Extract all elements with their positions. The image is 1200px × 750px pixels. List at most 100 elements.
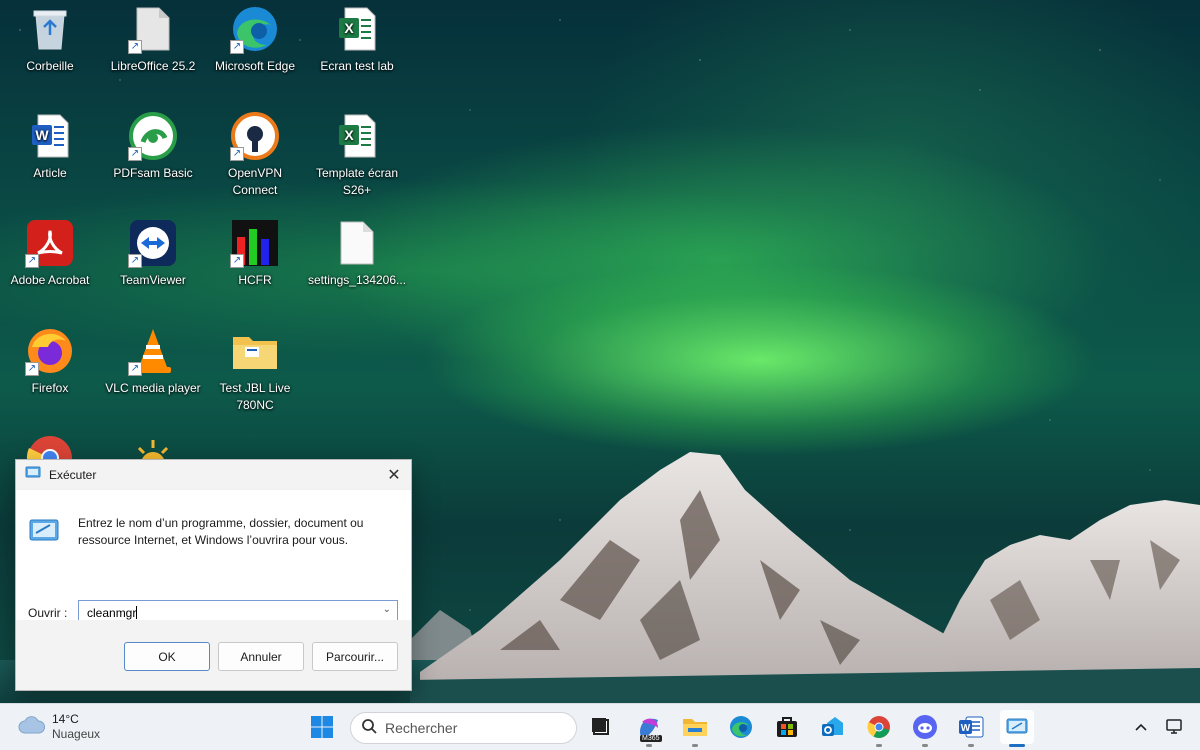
weather-condition: Nuageux [52, 727, 101, 741]
desktop-icon-hcfr[interactable]: ↗ HCFR [205, 218, 305, 318]
desktop-icon-label: Ecran test lab [320, 59, 394, 73]
recycle-bin-icon [25, 4, 75, 54]
desktop-icon-label: TeamViewer [120, 273, 186, 287]
taskbar-m365[interactable]: M365 [632, 710, 666, 747]
start-button[interactable] [305, 710, 339, 744]
word-file-icon: W [25, 111, 75, 161]
openvpn-icon: ↗ [230, 111, 280, 161]
weather-widget[interactable]: 14°C Nuageux [18, 712, 100, 742]
desktop-icon-teamviewer[interactable]: ↗ TeamViewer [103, 218, 203, 318]
folder-icon [230, 326, 280, 376]
hcfr-icon: ↗ [230, 218, 280, 268]
desktop-icon-template-ecran[interactable]: X Template écran S26+ [307, 111, 407, 211]
desktop-icon-ecran-test-lab[interactable]: X Ecran test lab [307, 4, 407, 104]
acrobat-icon: ↗ [25, 218, 75, 268]
ok-button[interactable]: OK [124, 642, 210, 671]
desktop-icon-label: Test JBL Live 780NC [219, 381, 291, 412]
desktop-icon-label: Corbeille [26, 59, 74, 73]
desktop-icon-test-jbl[interactable]: Test JBL Live 780NC [205, 326, 305, 426]
shortcut-arrow-icon: ↗ [128, 254, 142, 268]
taskbar: 14°C Nuageux Rechercher M365 W [0, 703, 1200, 750]
desktop-icon-label: Microsoft Edge [214, 59, 296, 73]
run-app-icon [25, 465, 41, 484]
run-description: Entrez le nom d’un programme, dossier, d… [78, 516, 364, 547]
desktop-icon-label: VLC media player [105, 381, 201, 395]
desktop-icon-label: PDFsam Basic [113, 166, 193, 180]
chevron-down-icon[interactable]: ⌄ [383, 604, 391, 615]
cloud-icon [18, 715, 46, 740]
desktop-icon-label: OpenVPN Connect [227, 166, 283, 197]
microsoft-store-icon [777, 717, 797, 737]
desktop-icon-vlc[interactable]: ↗ VLC media player [103, 326, 203, 426]
task-view-icon [592, 718, 609, 735]
shortcut-arrow-icon: ↗ [128, 40, 142, 54]
search-placeholder: Rechercher [385, 720, 458, 736]
svg-text:W: W [35, 127, 49, 143]
desktop-icon-libreoffice[interactable]: ↗ LibreOffice 25.2 [103, 4, 203, 104]
shortcut-arrow-icon: ↗ [230, 40, 244, 54]
close-button[interactable]: ✕ [377, 460, 411, 489]
desktop-icon-label: Firefox [31, 381, 69, 395]
desktop-icon-recycle-bin[interactable]: Corbeille [0, 4, 100, 104]
taskbar-outlook[interactable] [816, 710, 850, 744]
text-caret [136, 606, 138, 619]
desktop-icon-firefox[interactable]: ↗ Firefox [0, 326, 100, 426]
cancel-button[interactable]: Annuler [218, 642, 304, 671]
task-view-button[interactable] [584, 710, 618, 744]
running-indicator [922, 744, 928, 747]
run-dialog-body: Entrez le nom d’un programme, dossier, d… [16, 489, 411, 625]
svg-text:W: W [961, 723, 971, 734]
start-icon [311, 716, 333, 738]
run-program-icon [28, 518, 60, 547]
shortcut-arrow-icon: ↗ [128, 362, 142, 376]
file-explorer-icon [683, 719, 707, 736]
taskbar-store[interactable] [770, 710, 804, 744]
desktop-icon-openvpn[interactable]: ↗ OpenVPN Connect [205, 111, 305, 211]
running-indicator [968, 744, 974, 747]
taskbar-chrome[interactable] [862, 710, 896, 747]
desktop-icon-settings-file[interactable]: settings_134206... [307, 218, 407, 318]
vlc-icon: ↗ [128, 326, 178, 376]
desktop-icon-label: Article [33, 166, 67, 180]
run-dialog: Exécuter ✕ Entrez le nom d’un programme,… [15, 459, 412, 691]
edge-icon [730, 716, 752, 738]
shortcut-arrow-icon: ↗ [230, 254, 244, 268]
outlook-icon [822, 717, 843, 736]
network-tray-button[interactable] [1158, 710, 1192, 744]
excel-file-icon: X [332, 4, 382, 54]
m365-badge: M365 [640, 735, 662, 742]
taskbar-run[interactable] [1000, 710, 1034, 747]
run-icon [1006, 718, 1028, 734]
running-indicator [692, 744, 698, 747]
run-dialog-titlebar[interactable]: Exécuter ✕ [16, 460, 411, 489]
taskbar-discord[interactable] [908, 710, 942, 747]
desktop-icon-label: Template écran S26+ [315, 166, 399, 197]
open-input-value: cleanmgr [87, 606, 137, 620]
monitor-network-icon [1166, 719, 1182, 734]
libreoffice-icon: ↗ [128, 4, 178, 54]
desktop-icon-article[interactable]: W Article [0, 111, 100, 211]
desktop-icon-label: HCFR [238, 273, 272, 287]
running-indicator [876, 744, 882, 747]
desktop-icon-adobe-acrobat[interactable]: ↗ Adobe Acrobat [0, 218, 100, 318]
edge-icon: ↗ [230, 4, 280, 54]
chevron-up-icon [1135, 723, 1147, 731]
taskbar-word[interactable]: W [954, 710, 988, 747]
run-dialog-footer: OK Annuler Parcourir... [16, 620, 411, 690]
discord-icon [913, 715, 937, 739]
taskbar-file-explorer[interactable] [678, 710, 712, 747]
desktop-icon-label: LibreOffice 25.2 [110, 59, 196, 73]
svg-text:X: X [344, 127, 354, 143]
search-box[interactable]: Rechercher [350, 712, 577, 744]
desktop-icon-pdfsam[interactable]: ↗ PDFsam Basic [103, 111, 203, 211]
close-icon: ✕ [387, 466, 401, 484]
desktop-icon-edge[interactable]: ↗ Microsoft Edge [205, 4, 305, 104]
svg-text:X: X [344, 20, 354, 36]
run-dialog-title: Exécuter [49, 467, 97, 482]
browse-button[interactable]: Parcourir... [312, 642, 398, 671]
pdfsam-icon: ↗ [128, 111, 178, 161]
show-hidden-icons-button[interactable] [1124, 710, 1158, 744]
desktop-icon-label: settings_134206... [307, 273, 407, 287]
shortcut-arrow-icon: ↗ [25, 362, 39, 376]
taskbar-edge[interactable] [724, 710, 758, 744]
